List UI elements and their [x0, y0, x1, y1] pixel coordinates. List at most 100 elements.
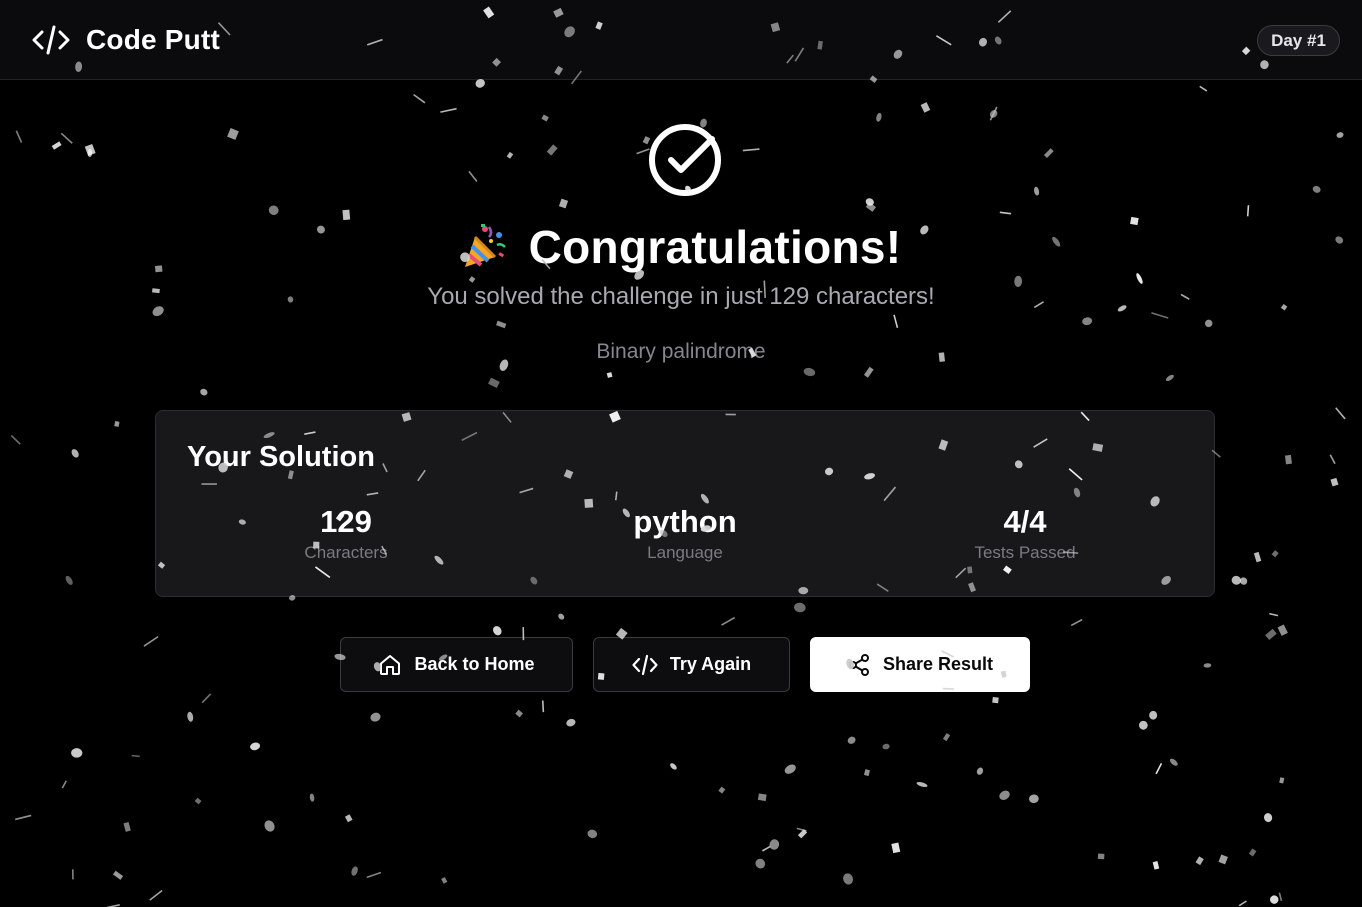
- share-result-button[interactable]: Share Result: [810, 637, 1030, 692]
- confetti-piece: [1246, 205, 1250, 217]
- brand[interactable]: Code Putt: [32, 22, 220, 58]
- confetti-piece: [803, 367, 816, 377]
- confetti-piece: [742, 148, 760, 152]
- page-title: Congratulations!: [528, 221, 902, 273]
- result-subtitle: You solved the challenge in just 129 cha…: [427, 283, 935, 310]
- title-row: Congratulations!: [0, 218, 1362, 276]
- confetti-piece: [865, 198, 874, 206]
- share-icon: [848, 653, 869, 676]
- confetti-piece: [863, 769, 871, 777]
- card-title: Your Solution: [187, 441, 375, 473]
- stat-language: python Language: [565, 503, 805, 563]
- confetti-piece: [143, 635, 159, 647]
- confetti-piece: [865, 202, 877, 212]
- confetti-piece: [942, 733, 951, 742]
- confetti-piece: [992, 696, 999, 704]
- confetti-piece: [84, 143, 96, 156]
- confetti-piece: [1238, 900, 1247, 907]
- confetti-piece: [1155, 762, 1163, 775]
- confetti-piece: [847, 736, 856, 744]
- party-popper-icon: [464, 224, 506, 267]
- confetti-piece: [87, 148, 93, 158]
- confetti-piece: [344, 814, 353, 823]
- code-icon: [32, 25, 70, 55]
- problem-name: Binary palindrome: [596, 340, 766, 363]
- confetti-piece: [440, 107, 457, 113]
- back-to-home-button[interactable]: Back to Home: [340, 637, 573, 692]
- confetti-piece: [1269, 612, 1279, 617]
- confetti-piece: [541, 114, 549, 122]
- confetti-piece: [1169, 758, 1178, 766]
- confetti-piece: [441, 877, 448, 884]
- confetti-piece: [201, 693, 212, 704]
- confetti-piece: [194, 797, 202, 805]
- confetti-piece: [587, 829, 598, 839]
- confetti-piece: [264, 820, 275, 832]
- confetti-piece: [1097, 853, 1105, 860]
- confetti-piece: [1271, 550, 1279, 558]
- confetti-piece: [506, 151, 514, 159]
- confetti-piece: [71, 449, 79, 458]
- home-icon: [380, 654, 401, 675]
- try-again-button[interactable]: Try Again: [593, 637, 790, 692]
- confetti-piece: [1199, 85, 1208, 92]
- confetti-piece: [268, 205, 279, 215]
- confetti-piece: [1335, 407, 1346, 420]
- confetti-piece: [1082, 317, 1093, 326]
- confetti-piece: [1149, 710, 1158, 720]
- confetti-piece: [541, 700, 545, 713]
- button-label: Share Result: [882, 654, 994, 674]
- stat-characters: 129 Characters: [226, 503, 466, 563]
- confetti-piece: [891, 842, 901, 854]
- confetti-piece: [796, 827, 807, 832]
- confetti-piece: [976, 767, 984, 775]
- confetti-piece: [187, 711, 194, 722]
- confetti-piece: [1028, 794, 1039, 804]
- confetti-piece: [515, 709, 523, 718]
- button-label: Try Again: [669, 654, 752, 674]
- confetti-piece: [670, 763, 677, 770]
- confetti-piece: [1043, 148, 1054, 158]
- confetti-piece: [755, 858, 766, 869]
- confetti-piece: [123, 821, 131, 832]
- confetti-piece: [1240, 577, 1248, 585]
- confetti-piece: [1270, 895, 1279, 904]
- confetti-piece: [762, 845, 772, 852]
- confetti-piece: [493, 626, 502, 636]
- confetti-piece: [15, 814, 32, 821]
- confetti-piece: [351, 866, 358, 876]
- confetti-piece: [488, 377, 500, 388]
- confetti-piece: [757, 793, 767, 802]
- confetti-piece: [1195, 856, 1204, 866]
- confetti-piece: [916, 781, 928, 788]
- confetti-piece: [797, 829, 808, 839]
- confetti-piece: [1034, 186, 1040, 196]
- confetti-piece: [718, 786, 726, 794]
- confetti-piece: [1248, 848, 1257, 857]
- confetti-piece: [784, 764, 796, 774]
- confetti-piece: [1279, 777, 1285, 784]
- confetti-piece: [1278, 892, 1283, 901]
- confetti-piece: [15, 130, 23, 143]
- stat-value: python: [633, 504, 737, 539]
- confetti-piece: [61, 780, 67, 789]
- solution-card: Your Solution 129 Characters python Lang…: [155, 410, 1215, 597]
- confetti-piece: [876, 112, 882, 122]
- confetti-piece: [10, 434, 21, 445]
- confetti-piece: [1139, 720, 1148, 730]
- confetti-piece: [794, 602, 806, 613]
- stat-label: Language: [647, 543, 723, 562]
- stat-value: 4/4: [1003, 504, 1047, 539]
- button-label: Back to Home: [414, 654, 535, 674]
- confetti-piece: [1329, 454, 1336, 465]
- confetti-piece: [468, 170, 478, 183]
- confetti-piece: [65, 575, 73, 585]
- confetti-piece: [999, 211, 1012, 215]
- confetti-piece: [769, 839, 780, 850]
- confetti-piece: [1231, 575, 1242, 585]
- confetti-piece: [1152, 861, 1160, 870]
- confetti-piece: [1165, 374, 1174, 382]
- confetti-piece: [558, 198, 569, 209]
- confetti-piece: [989, 106, 998, 121]
- app-name: Code Putt: [86, 24, 221, 55]
